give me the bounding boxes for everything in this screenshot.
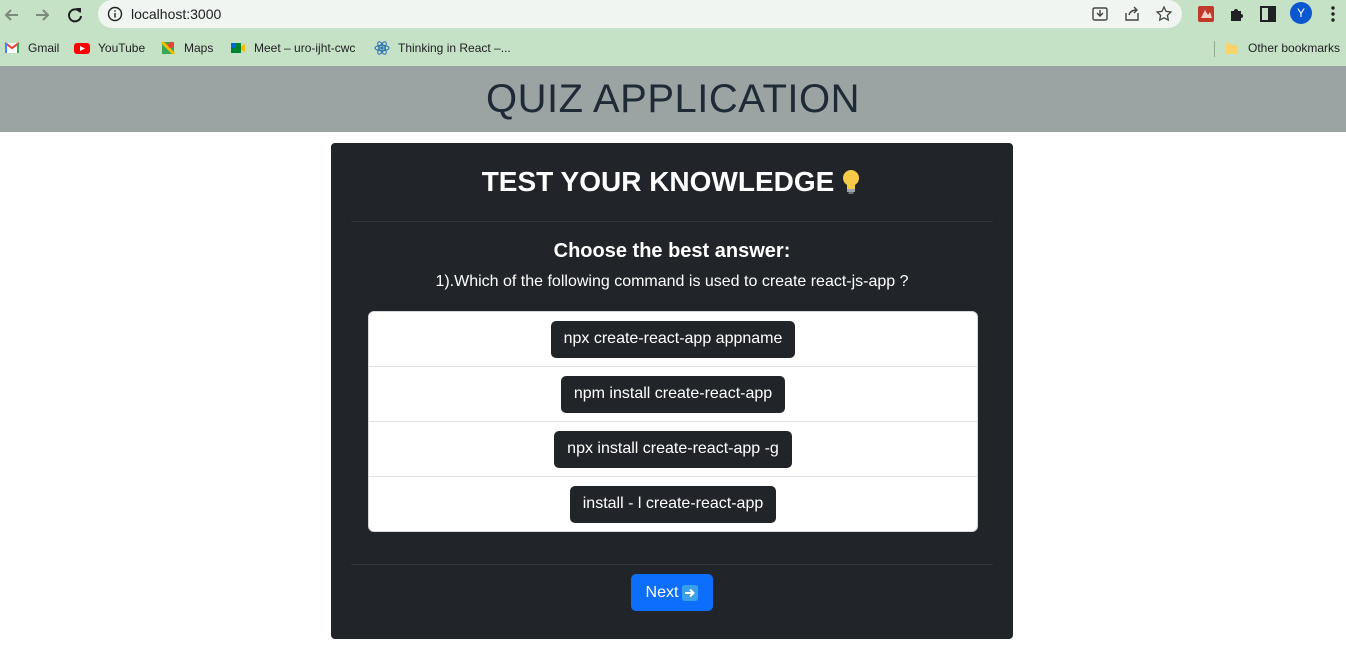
url-text[interactable]: localhost:3000 (131, 6, 221, 22)
bookmark-label: Maps (184, 41, 214, 55)
back-arrow-icon (4, 9, 18, 21)
profile-avatar[interactable]: Y (1290, 2, 1312, 24)
answer-option-4[interactable]: install - l create-react-app (569, 485, 777, 523)
answer-row: npx create-react-app appname (369, 312, 977, 367)
youtube-icon (74, 43, 90, 54)
bookmarks-bar: Gmail YouTube Maps Meet – uro-ijht-cwc T… (0, 30, 1346, 66)
reload-icon (68, 8, 82, 23)
browser-toolbar: localhost:3000 Y (0, 0, 1346, 30)
instruction-text: Choose the best answer: (553, 240, 791, 262)
answer-option-1[interactable]: npx create-react-app appname (550, 320, 796, 358)
forward-arrow-icon (36, 9, 50, 21)
bookmark-maps[interactable]: Maps (160, 40, 213, 56)
other-bookmarks[interactable]: Other bookmarks (1224, 40, 1340, 56)
maps-icon (160, 40, 176, 56)
address-bar[interactable]: localhost:3000 (98, 0, 1182, 28)
card-footer: Next (351, 564, 993, 640)
quiz-card: TEST YOUR KNOWLEDGE Choose the best answ… (331, 143, 1013, 639)
bookmark-label: Gmail (28, 41, 60, 55)
install-icon[interactable] (1091, 5, 1109, 23)
question-text: 1).Which of the following command is use… (435, 273, 909, 290)
next-label: Next (645, 583, 679, 601)
bookmark-label: YouTube (98, 41, 146, 55)
answer-list: npx create-react-app appname npm install… (368, 311, 978, 532)
menu-kebab-icon[interactable] (1323, 4, 1343, 24)
answer-option-3[interactable]: npx install create-react-app -g (554, 430, 792, 468)
app-title: QUIZ APPLICATION (486, 76, 860, 121)
bookmark-label: Meet – uro-ijht-cwc (254, 41, 356, 55)
meet-icon (231, 43, 245, 53)
app-header: QUIZ APPLICATION (0, 66, 1346, 132)
lightbulb-icon (843, 170, 860, 194)
other-bookmarks-label: Other bookmarks (1248, 41, 1341, 55)
bookmark-youtube[interactable]: YouTube (74, 40, 145, 56)
bookmark-gmail[interactable]: Gmail (4, 40, 59, 56)
card-header: TEST YOUR KNOWLEDGE (351, 143, 993, 222)
next-button[interactable]: Next (631, 574, 713, 611)
forward-button[interactable] (30, 3, 54, 27)
bookmark-meet[interactable]: Meet – uro-ijht-cwc (230, 40, 355, 56)
card-title: TEST YOUR KNOWLEDGE (481, 166, 835, 197)
reload-button[interactable] (63, 3, 87, 27)
react-icon (374, 41, 390, 55)
right-arrow-icon (682, 584, 699, 601)
answer-row: npx install create-react-app -g (369, 422, 977, 477)
answer-row: install - l create-react-app (369, 477, 977, 531)
folder-icon (1226, 43, 1238, 54)
puzzle-icon[interactable] (1227, 4, 1247, 24)
side-panel-icon[interactable] (1258, 4, 1278, 24)
answer-row: npm install create-react-app (369, 367, 977, 422)
bookmark-star-icon[interactable] (1155, 5, 1173, 23)
bookmarks-divider (1214, 41, 1215, 57)
back-button[interactable] (0, 3, 24, 27)
answer-option-2[interactable]: npm install create-react-app (560, 375, 786, 413)
share-icon[interactable] (1123, 5, 1141, 23)
gmail-icon (4, 42, 20, 53)
bookmark-react[interactable]: Thinking in React –... (374, 40, 511, 56)
bookmark-label: Thinking in React –... (398, 41, 511, 55)
extension-icon[interactable] (1196, 4, 1216, 24)
info-icon[interactable] (107, 6, 123, 22)
